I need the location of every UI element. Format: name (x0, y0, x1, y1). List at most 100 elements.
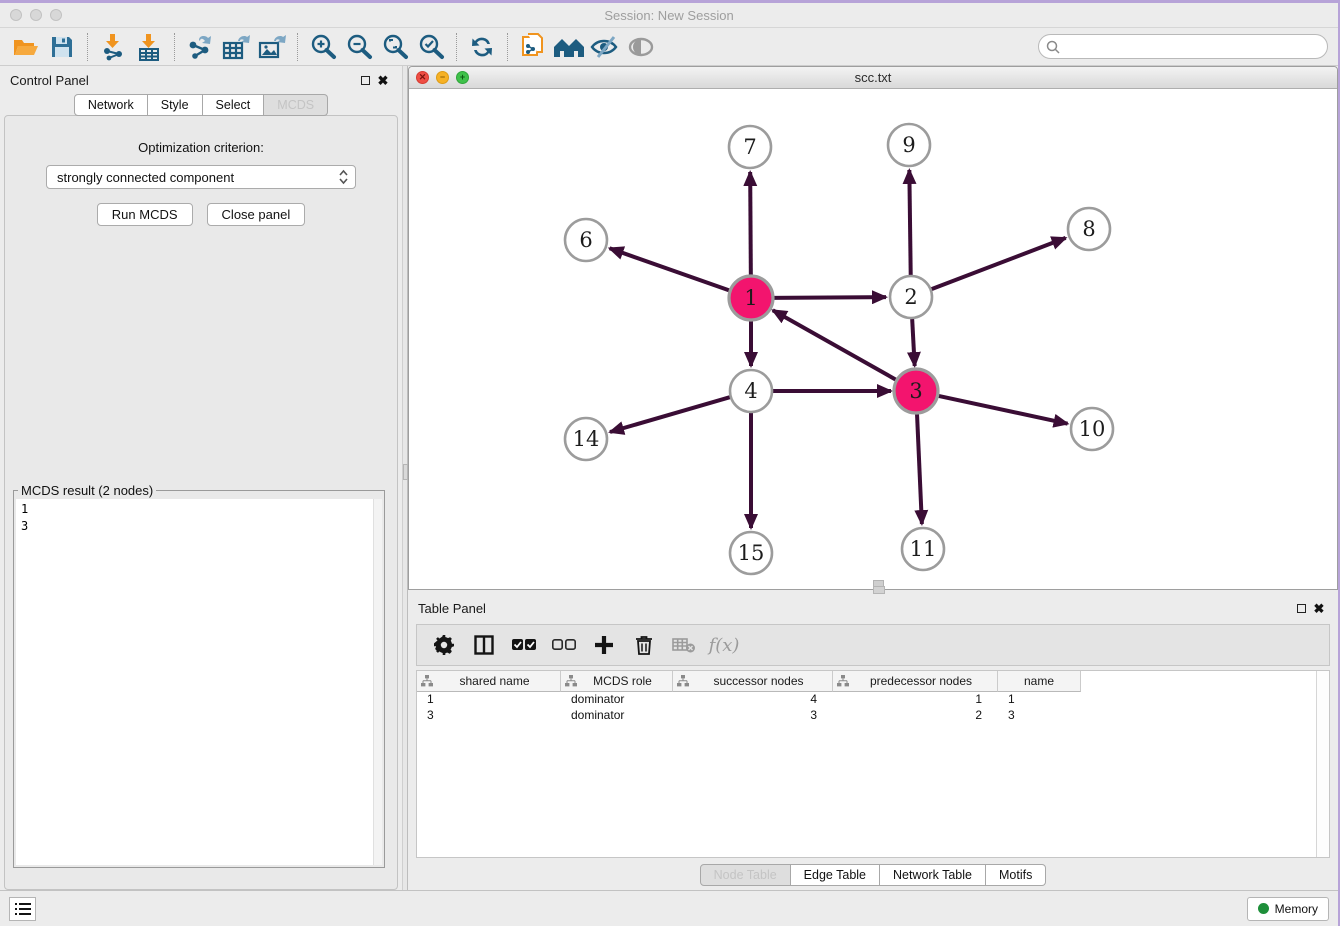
close-panel-button[interactable]: Close panel (207, 203, 306, 226)
edge-1-2[interactable] (773, 297, 886, 298)
toolbar-separator (174, 33, 175, 61)
export-image-button[interactable] (254, 31, 290, 63)
show-panel-button[interactable] (623, 31, 659, 63)
control-panel-float-button[interactable] (356, 71, 374, 89)
node-1[interactable]: 1 (729, 276, 773, 320)
edge-2-8[interactable] (932, 238, 1066, 289)
table-cell[interactable]: 3 (673, 708, 833, 724)
edge-3-11[interactable] (917, 413, 922, 524)
toolbar-separator (297, 33, 298, 61)
edge-1-7[interactable] (750, 172, 751, 276)
tab-network[interactable]: Network (74, 94, 148, 116)
edge-2-9[interactable] (909, 170, 910, 275)
node-14[interactable]: 14 (565, 418, 607, 460)
tab-style[interactable]: Style (148, 94, 203, 116)
network-canvas[interactable]: 1 2 3 4 6 7 8 9 10 11 14 15 (409, 89, 1337, 589)
select-all-button[interactable] (507, 628, 541, 662)
edge-2-3[interactable] (912, 319, 915, 366)
node-label: 9 (902, 133, 915, 157)
run-mcds-button[interactable]: Run MCDS (97, 203, 193, 226)
tab-mcds[interactable]: MCDS (264, 94, 328, 116)
edge-1-6[interactable] (610, 248, 731, 290)
refresh-button[interactable] (464, 31, 500, 63)
node-11[interactable]: 11 (902, 528, 944, 570)
table-row[interactable]: 3dominator323 (417, 708, 1329, 724)
deselect-all-button[interactable] (547, 628, 581, 662)
export-table-button[interactable] (218, 31, 254, 63)
node-7[interactable]: 7 (729, 126, 771, 168)
column-header-successor-nodes[interactable]: successor nodes (673, 671, 833, 692)
table-row[interactable]: 1dominator411 (417, 692, 1329, 708)
table-cell[interactable]: 3 (417, 708, 561, 724)
titlebar: Session: New Session (0, 3, 1338, 28)
edge-3-10[interactable] (938, 396, 1068, 424)
column-header-shared-name[interactable]: shared name (417, 671, 561, 692)
save-session-button[interactable] (44, 31, 80, 63)
attribute-icon (837, 675, 849, 687)
horizontal-splitter[interactable] (408, 590, 1338, 596)
vertical-splitter[interactable] (402, 66, 408, 890)
node-2[interactable]: 2 (890, 276, 932, 318)
zoom-selected-button[interactable] (413, 31, 449, 63)
column-header-mcds-role[interactable]: MCDS role (561, 671, 673, 692)
search-field[interactable] (1038, 34, 1328, 59)
node-8[interactable]: 8 (1068, 208, 1110, 250)
status-bar: Memory (0, 890, 1338, 926)
open-folder-button[interactable] (8, 31, 44, 63)
table-settings-button[interactable] (427, 628, 461, 662)
column-header-predecessor-nodes[interactable]: predecessor nodes (833, 671, 998, 692)
table-tabs: Node TableEdge TableNetwork TableMotifs (408, 864, 1338, 886)
delete-column-button[interactable] (627, 628, 661, 662)
delete-table-button[interactable] (667, 628, 701, 662)
node-10[interactable]: 10 (1071, 408, 1113, 450)
splitter-grip[interactable] (873, 586, 885, 594)
control-panel-close-button[interactable]: ✖ (374, 71, 392, 89)
table-cell[interactable]: 2 (833, 708, 998, 724)
table-cell[interactable]: 4 (673, 692, 833, 708)
table-cell[interactable]: dominator (561, 708, 673, 724)
table-cell[interactable]: 1 (833, 692, 998, 708)
node-3[interactable]: 3 (894, 369, 938, 413)
task-history-button[interactable] (9, 897, 36, 921)
export-network-button[interactable] (182, 31, 218, 63)
table-tab-edge-table[interactable]: Edge Table (791, 864, 880, 886)
table-panel-float-button[interactable] (1292, 599, 1310, 617)
splitter-grip[interactable] (403, 464, 408, 480)
table-tab-motifs[interactable]: Motifs (986, 864, 1046, 886)
close-icon: ✖ (1314, 602, 1325, 615)
zoom-out-button[interactable] (341, 31, 377, 63)
result-scrollbar[interactable] (373, 499, 382, 865)
zoom-fit-button[interactable] (377, 31, 413, 63)
clone-network-button[interactable] (515, 31, 551, 63)
memory-button[interactable]: Memory (1247, 897, 1329, 921)
table-cell[interactable]: 3 (998, 708, 1081, 724)
import-table-button[interactable] (131, 31, 167, 63)
table-tab-node-table[interactable]: Node Table (700, 864, 791, 886)
search-input[interactable] (1064, 37, 1327, 57)
edge-3-1[interactable] (773, 310, 897, 380)
show-columns-button[interactable] (467, 628, 501, 662)
node-label: 3 (909, 379, 922, 403)
hide-panel-button[interactable] (587, 31, 623, 63)
home-button[interactable] (551, 31, 587, 63)
table-cell[interactable]: 1 (417, 692, 561, 708)
mcds-result-text[interactable]: 13 (16, 499, 382, 865)
zoom-in-button[interactable] (305, 31, 341, 63)
node-4[interactable]: 4 (730, 370, 772, 412)
zoom-out-icon (345, 33, 373, 61)
node-6[interactable]: 6 (565, 219, 607, 261)
import-network-button[interactable] (95, 31, 131, 63)
table-tab-network-table[interactable]: Network Table (880, 864, 986, 886)
tab-select[interactable]: Select (203, 94, 265, 116)
criterion-select[interactable]: strongly connected component (46, 165, 356, 189)
edge-4-14[interactable] (610, 397, 730, 432)
table-scrollbar[interactable] (1316, 671, 1329, 857)
function-builder-button[interactable]: f(x) (707, 628, 741, 662)
table-cell[interactable]: 1 (998, 692, 1081, 708)
column-header-name[interactable]: name (998, 671, 1081, 692)
table-panel-close-button[interactable]: ✖ (1310, 599, 1328, 617)
add-column-button[interactable] (587, 628, 621, 662)
table-cell[interactable]: dominator (561, 692, 673, 708)
node-9[interactable]: 9 (888, 124, 930, 166)
node-15[interactable]: 15 (730, 532, 772, 574)
